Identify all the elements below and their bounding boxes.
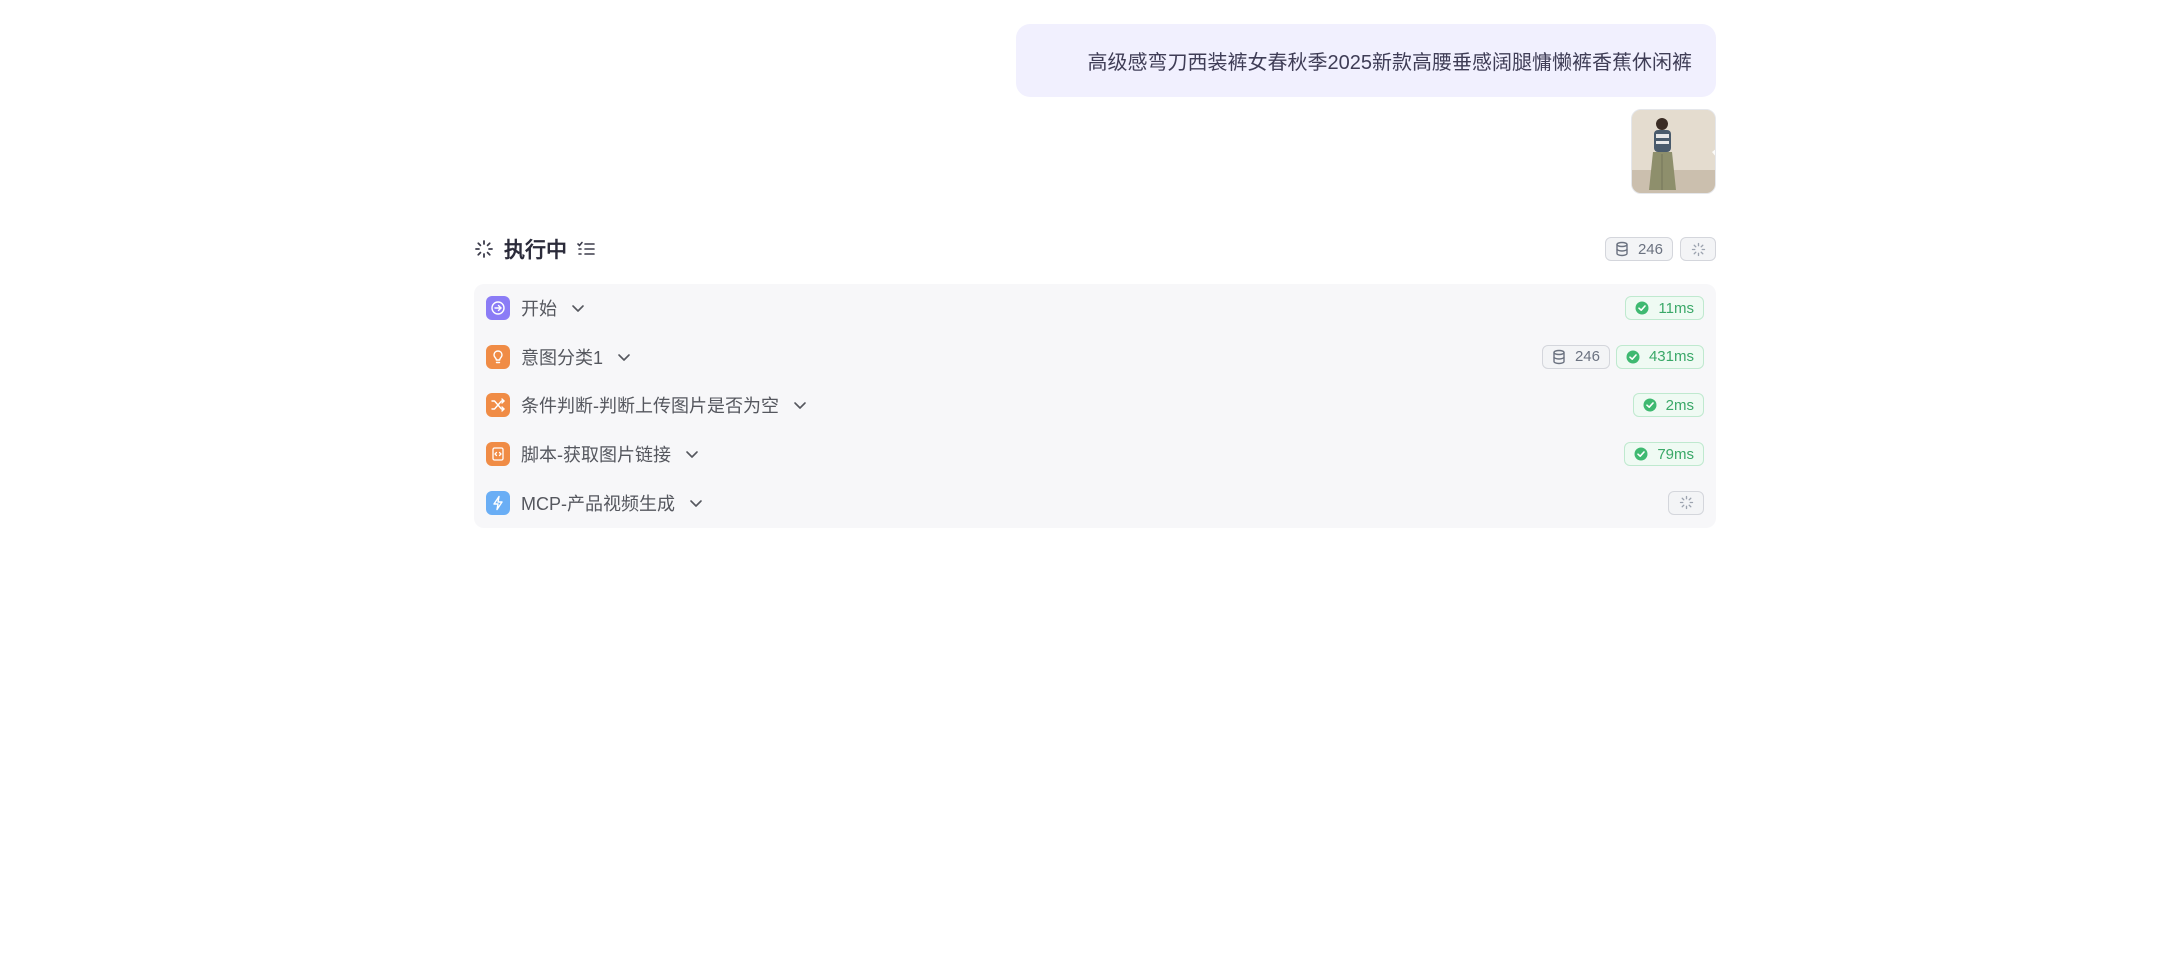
script-icon (486, 442, 510, 467)
workflow-step-start[interactable]: 开始 11ms (486, 284, 1704, 333)
check-circle-icon (1634, 447, 1648, 461)
task-list-icon[interactable] (576, 239, 596, 259)
chevron-down-icon[interactable] (684, 446, 700, 462)
lightning-icon (486, 490, 510, 515)
loading-spinner-icon (1679, 495, 1693, 510)
token-count-value: 246 (1574, 348, 1600, 366)
workflow-step-mcp-video[interactable]: MCP-产品视频生成 (486, 478, 1704, 527)
chevron-down-icon[interactable] (792, 397, 808, 413)
token-count-value: 246 (1637, 240, 1663, 258)
duration-badge: 11ms (1625, 296, 1704, 321)
step-label: 脚本-获取图片链接 (521, 445, 671, 466)
duration-badge: 79ms (1624, 442, 1704, 467)
execution-status-row: 执行中 246 (474, 233, 1716, 265)
running-indicator-badge (1680, 237, 1716, 261)
running-indicator-badge (1668, 490, 1704, 515)
step-label: MCP-产品视频生成 (521, 493, 675, 514)
duration-badge: 2ms (1632, 393, 1704, 418)
product-photo-image (1632, 110, 1715, 193)
step-label: 开始 (521, 299, 557, 320)
token-count-badge: 246 (1541, 344, 1610, 369)
workflow-steps-panel: 开始 11ms 意图分类1 246 431ms 条件判断-判断上传图片是否为空 … (474, 284, 1716, 528)
loading-spinner-icon (474, 239, 494, 259)
check-circle-icon (1643, 398, 1657, 412)
chat-view: 高级感弯刀西装裤女春秋季2025新款高腰垂感阔腿慵懒裤香蕉休闲裤 执行中 246… (0, 0, 2165, 965)
check-circle-icon (1635, 301, 1649, 315)
lightbulb-icon (486, 344, 510, 369)
workflow-step-intent-classification[interactable]: 意图分类1 246 431ms (486, 333, 1704, 382)
token-count-badge: 246 (1604, 237, 1673, 261)
workflow-step-script[interactable]: 脚本-获取图片链接 79ms (486, 430, 1704, 479)
database-icon (1616, 241, 1628, 257)
user-message-bubble: 高级感弯刀西装裤女春秋季2025新款高腰垂感阔腿慵懒裤香蕉休闲裤 (1016, 24, 1716, 97)
check-circle-icon (1626, 350, 1640, 364)
duration-value: 2ms (1665, 396, 1694, 414)
step-label: 条件判断-判断上传图片是否为空 (521, 396, 779, 417)
workflow-step-condition[interactable]: 条件判断-判断上传图片是否为空 2ms (486, 381, 1704, 430)
duration-value: 11ms (1658, 299, 1694, 317)
duration-value: 79ms (1657, 445, 1694, 463)
chevron-down-icon[interactable] (616, 349, 632, 365)
chevron-down-icon[interactable] (570, 300, 586, 316)
duration-badge: 431ms (1615, 344, 1704, 369)
arrow-circle-icon (486, 296, 510, 321)
duration-value: 431ms (1648, 348, 1694, 366)
uploaded-image-thumbnail[interactable] (1631, 109, 1716, 194)
chevron-down-icon[interactable] (688, 495, 704, 511)
user-message-text: 高级感弯刀西装裤女春秋季2025新款高腰垂感阔腿慵懒裤香蕉休闲裤 (1087, 52, 1693, 74)
database-icon (1553, 349, 1565, 365)
status-title: 执行中 (504, 239, 567, 262)
shuffle-icon (486, 393, 510, 418)
step-label: 意图分类1 (521, 347, 604, 368)
loading-spinner-icon (1691, 242, 1705, 256)
